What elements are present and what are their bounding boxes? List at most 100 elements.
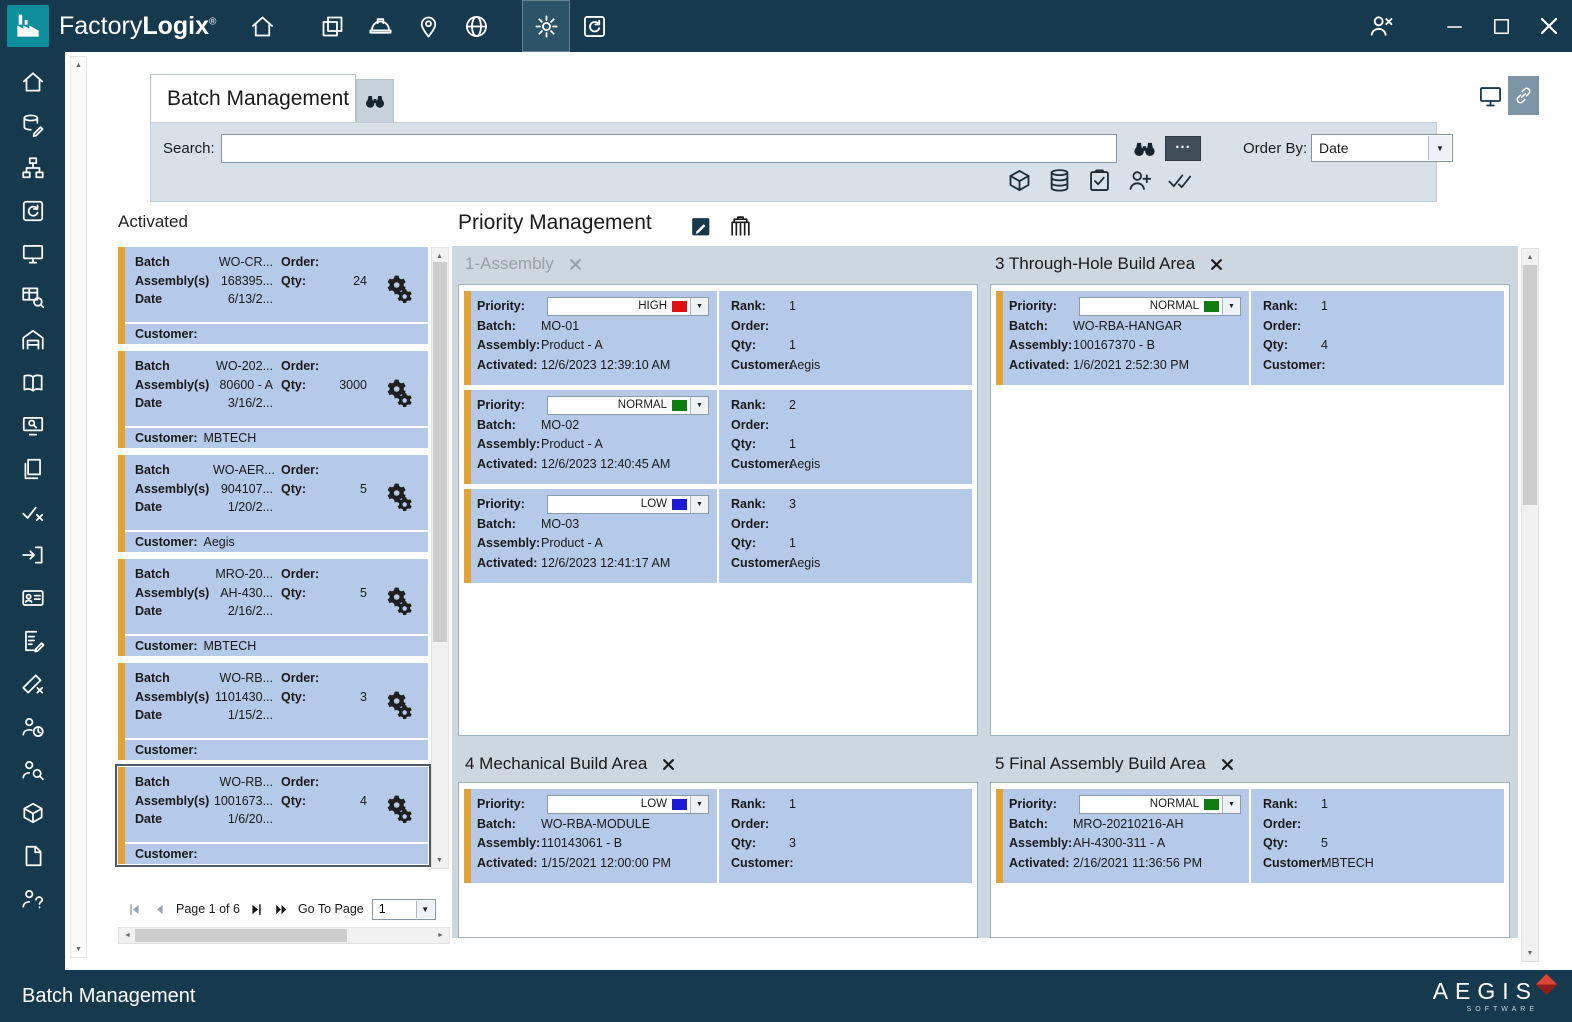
titlebar-globe-button[interactable] [452,0,500,52]
sidebar-item-history-box[interactable] [11,195,55,227]
gears-icon[interactable] [382,687,414,719]
sidebar-item-copy-pages[interactable] [11,453,55,485]
scroll-down-arrow[interactable]: ▼ [71,942,86,956]
tab-batch-management[interactable]: Batch Management [150,74,356,122]
scroll-up-arrow[interactable]: ▲ [1522,250,1538,264]
goto-page-combo[interactable]: ▼ [372,899,436,920]
goto-page-input[interactable] [373,900,415,919]
minimize-button[interactable] [1431,0,1478,52]
monitor-view-button[interactable] [1477,83,1504,110]
next-page-button[interactable] [248,902,265,917]
sidebar-item-person-search[interactable] [11,754,55,786]
priority-dropdown[interactable]: NORMAL ▼ [547,396,709,415]
priority-dropdown[interactable]: HIGH ▼ [547,297,709,316]
dropdown-arrow-icon[interactable]: ▼ [690,298,708,315]
gears-icon[interactable] [382,583,414,615]
titlebar-location-button[interactable] [404,0,452,52]
sidebar-item-person-clock[interactable] [11,711,55,743]
dropdown-arrow-icon[interactable]: ▼ [690,397,708,414]
scroll-left-arrow[interactable]: ◄ [120,928,135,943]
dropdown-arrow-icon[interactable]: ▼ [1428,136,1451,160]
sidebar-scrollbar[interactable]: ▲ ▼ [70,56,87,958]
sidebar-item-grid-search[interactable] [11,281,55,313]
close-button[interactable] [1525,0,1572,52]
titlebar-hardhat-button[interactable] [356,0,404,52]
sidebar-item-import-arrow[interactable] [11,539,55,571]
priority-card[interactable]: Priority: NORMAL ▼ Batch: MO-02 Assembly… [464,390,972,484]
priority-card[interactable]: Priority: LOW ▼ Batch: MO-03 Assembly: P… [464,489,972,583]
previous-page-button[interactable] [151,902,168,917]
dropdown-arrow-icon[interactable]: ▼ [416,901,434,918]
sidebar-item-document[interactable] [11,840,55,872]
dropdown-arrow-icon[interactable]: ▼ [1222,298,1240,315]
scroll-right-arrow[interactable]: ► [433,928,448,943]
sidebar-item-document-edit[interactable] [11,625,55,657]
section-close-icon[interactable] [568,257,583,272]
section-close-icon[interactable] [661,757,676,772]
scrollbar-thumb[interactable] [433,262,447,642]
titlebar-history-button[interactable] [570,0,618,52]
order-by-select[interactable]: Date ▼ [1311,134,1453,162]
priority-dropdown[interactable]: NORMAL ▼ [1079,795,1241,814]
sidebar-item-book[interactable] [11,367,55,399]
batch-card[interactable]: Batch WO-AER... Order: Assembly(s) 90410… [118,455,428,552]
scroll-up-arrow[interactable]: ▲ [432,249,447,263]
dropdown-arrow-icon[interactable]: ▼ [1222,796,1240,813]
maximize-button[interactable] [1478,0,1525,52]
priority-dropdown[interactable]: LOW ▼ [547,495,709,514]
gears-icon[interactable] [382,271,414,303]
batch-card[interactable]: Batch WO-RB... Order: Assembly(s) 100167… [118,767,428,864]
scroll-down-arrow[interactable]: ▼ [1522,946,1538,960]
batch-card[interactable]: Batch MRO-20... Order: Assembly(s) AH-43… [118,559,428,656]
activated-hscrollbar[interactable]: ◄ ► [118,927,450,944]
priority-dropdown[interactable]: NORMAL ▼ [1079,297,1241,316]
section-close-icon[interactable] [1220,757,1235,772]
priority-card[interactable]: Priority: NORMAL ▼ Batch: MRO-20210216-A… [996,789,1504,883]
sidebar-item-person-question[interactable] [11,883,55,915]
last-page-button[interactable] [273,902,290,917]
gears-icon[interactable] [382,479,414,511]
edit-icon[interactable] [688,214,713,239]
more-options-button[interactable]: ... [1165,136,1201,161]
batch-card[interactable]: Batch WO-RB... Order: Assembly(s) 110143… [118,663,428,760]
check-double-icon[interactable] [1166,167,1193,194]
sidebar-item-home[interactable] [11,66,55,98]
link-view-button[interactable] [1508,76,1539,115]
section-close-icon[interactable] [1209,257,1224,272]
sidebar-item-check-x[interactable] [11,496,55,528]
sidebar-item-ruler-x[interactable] [11,668,55,700]
first-page-button[interactable] [126,902,143,917]
search-binoculars-icon[interactable] [1131,135,1158,162]
priority-card[interactable]: Priority: LOW ▼ Batch: WO-RBA-MODULE Ass… [464,789,972,883]
scroll-up-arrow[interactable]: ▲ [71,58,86,72]
titlebar-home-button[interactable] [238,0,286,52]
sidebar-item-monitor-search[interactable] [11,410,55,442]
sidebar-item-id-card[interactable] [11,582,55,614]
clipboard-check-icon[interactable] [1086,167,1113,194]
batch-card[interactable]: Batch WO-CR... Order: Assembly(s) 168395… [118,247,428,344]
tab-search-toggle[interactable] [356,79,394,122]
gears-icon[interactable] [382,791,414,823]
user-logout-button[interactable] [1357,0,1405,52]
priority-card[interactable]: Priority: HIGH ▼ Batch: MO-01 Assembly: … [464,291,972,385]
activated-scrollbar[interactable]: ▲ ▼ [431,247,449,869]
machine-icon[interactable] [728,214,753,239]
cube-icon[interactable] [1006,167,1033,194]
priority-card[interactable]: Priority: NORMAL ▼ Batch: WO-RBA-HANGAR … [996,291,1504,385]
scrollbar-thumb[interactable] [135,929,347,942]
scroll-down-arrow[interactable]: ▼ [432,853,447,867]
batch-card[interactable]: Batch WO-202... Order: Assembly(s) 80600… [118,351,428,448]
sidebar-item-cube[interactable] [11,797,55,829]
titlebar-settings-button[interactable] [522,0,570,52]
titlebar-documents-button[interactable] [308,0,356,52]
sidebar-item-warehouse[interactable] [11,324,55,356]
sidebar-item-flowchart[interactable] [11,152,55,184]
person-add-icon[interactable] [1126,167,1153,194]
scrollbar-thumb[interactable] [1523,265,1537,505]
dropdown-arrow-icon[interactable]: ▼ [690,496,708,513]
sidebar-item-monitor[interactable] [11,238,55,270]
sidebar-item-database-edit[interactable] [11,109,55,141]
search-input[interactable] [221,134,1117,163]
database-stack-icon[interactable] [1046,167,1073,194]
dropdown-arrow-icon[interactable]: ▼ [690,796,708,813]
